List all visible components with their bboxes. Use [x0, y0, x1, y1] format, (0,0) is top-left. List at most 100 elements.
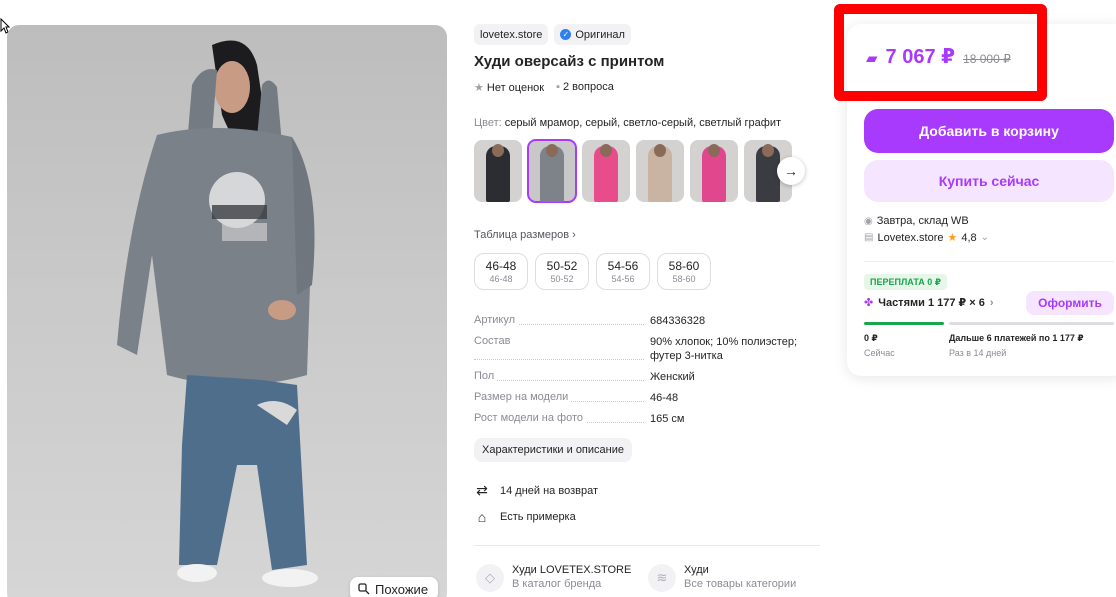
category-title: Худи — [684, 564, 709, 576]
divider — [864, 261, 1114, 262]
spec-key: Артикул — [474, 314, 650, 328]
spec-key: Пол — [474, 370, 650, 384]
installment-icon: ✤ — [864, 297, 874, 309]
hanger-icon: ⌂ — [477, 509, 487, 525]
size-label: 54-56 — [607, 259, 639, 273]
spec-row: Артикул 684336328 — [474, 314, 814, 328]
fitting-info: ⌂ Есть примерка — [474, 509, 576, 525]
questions-info[interactable]: ▪ 2 вопроса — [556, 81, 614, 94]
next-thumbnails-arrow-icon[interactable]: → — [777, 157, 805, 185]
category-link[interactable]: ≋ Худи Все товары категории — [648, 564, 796, 592]
plan-later-amount: Дальше 6 платежей по 1 177 ₽ — [949, 333, 1084, 343]
size-ru: 58-60 — [672, 274, 696, 284]
verified-check-icon: ✓ — [560, 29, 572, 40]
brand-name: lovetex.store — [480, 28, 543, 41]
brand-catalog-subtitle: В каталог бренда — [512, 578, 602, 590]
color-value: серый мрамор, серый, светло-серый, светл… — [504, 117, 781, 129]
color-thumbnail[interactable] — [582, 140, 630, 202]
plan-now-amount: 0 ₽ — [864, 333, 878, 343]
apply-installment-button[interactable]: Оформить — [1026, 291, 1114, 315]
fitting-text: Есть примерка — [500, 511, 576, 523]
wallet-icon: ▰ — [866, 50, 878, 67]
plan-later-label: Раз в 14 дней — [949, 348, 1007, 358]
color-thumbnail[interactable] — [474, 140, 522, 202]
color-thumbnail[interactable] — [527, 139, 577, 203]
spec-key: Состав — [474, 335, 650, 363]
buy-now-button[interactable]: Купить сейчас — [864, 160, 1114, 202]
spec-value: 684336328 — [650, 315, 706, 327]
thumbnail-head — [762, 144, 774, 157]
size-option[interactable]: 50-52 50-52 — [535, 253, 589, 290]
divider — [474, 545, 820, 546]
installment-progress-remaining — [949, 322, 1114, 325]
installments-info[interactable]: ✤ Частями 1 177 ₽ × 6 › — [864, 296, 994, 310]
return-text: 14 дней на возврат — [500, 484, 598, 497]
delivery-info: ◉ Завтра, склад WB — [864, 215, 969, 227]
spec-value: Женский — [650, 371, 695, 383]
spec-row: Размер на модели 46-48 — [474, 391, 814, 405]
spec-value: 90% хлопок; 10% полиэстер; футер 3-нитка — [650, 336, 798, 362]
color-thumbnails — [474, 139, 792, 203]
original-badge[interactable]: ✓ Оригинал — [554, 24, 631, 45]
spec-value: 46-48 — [650, 392, 679, 404]
thumbnail-head — [654, 144, 666, 157]
similar-icon — [358, 583, 370, 595]
thumbnail-head — [492, 144, 504, 157]
questions-text: 2 вопроса — [563, 81, 614, 93]
delivery-text: Завтра, склад WB — [876, 215, 969, 227]
model-illustration — [117, 40, 318, 587]
spec-row: Состав 90% хлопок; 10% полиэстер; футер 3… — [474, 335, 814, 363]
overpay-badge: ПЕРЕПЛАТА 0 ₽ — [864, 274, 948, 290]
spec-key: Рост модели на фото — [474, 412, 650, 426]
brand-catalog-link[interactable]: ◇ Худи LOVETEX.STORE В каталог бренда — [476, 564, 631, 592]
thumbnail-head — [600, 144, 612, 157]
color-thumbnail[interactable] — [636, 140, 684, 202]
original-label: Оригинал — [575, 28, 625, 41]
plan-now-label: Сейчас — [864, 348, 895, 358]
brand-badge[interactable]: lovetex.store — [474, 24, 549, 45]
similar-products-button[interactable]: Похожие — [350, 577, 439, 597]
seller-name: Lovetex.store — [877, 231, 944, 244]
return-icon: ⇄ — [476, 482, 488, 498]
size-table-link[interactable]: Таблица размеров › — [474, 229, 576, 241]
product-main-photo[interactable] — [7, 25, 447, 597]
star-icon: ★ — [947, 232, 958, 244]
size-ru: 46-48 — [489, 274, 513, 284]
characteristics-button[interactable]: Характеристики и описание — [474, 438, 632, 462]
current-price: 7 067 ₽ — [885, 46, 956, 68]
chevron-down-icon: ⌄ — [980, 232, 990, 243]
warehouse-icon: ◉ — [864, 215, 873, 227]
size-option[interactable]: 58-60 58-60 — [657, 253, 711, 290]
size-ru: 50-52 — [550, 274, 574, 284]
size-label: 50-52 — [546, 259, 578, 273]
chevron-right-icon: › — [989, 296, 994, 309]
star-icon: ★ — [474, 82, 484, 94]
price-block: ▰ 7 067 ₽ 18 000 ₽ — [866, 44, 1011, 69]
add-to-cart-button[interactable]: Добавить в корзину — [864, 109, 1114, 153]
spec-row: Пол Женский — [474, 370, 814, 384]
size-ru: 54-56 — [611, 274, 635, 284]
seller-rating: 4,8 — [961, 231, 977, 244]
color-thumbnail[interactable] — [690, 140, 738, 202]
spec-value: 165 см — [650, 413, 685, 425]
size-option[interactable]: 54-56 54-56 — [596, 253, 650, 290]
installment-progress-paid — [864, 322, 944, 325]
seller-info[interactable]: ▤ Lovetex.store ★ 4,8 ⌄ — [864, 231, 990, 245]
rating-info[interactable]: ★ Нет оценок — [474, 81, 544, 94]
size-options: 46-48 46-48 50-52 50-52 54-56 54-56 58-60 58-60 — [474, 253, 711, 290]
size-label: 58-60 — [668, 259, 700, 273]
chevron-right-icon: › — [572, 229, 576, 241]
thumbnail-head — [708, 144, 720, 157]
category-subtitle: Все товары категории — [684, 578, 797, 590]
brand-catalog-title: Худи LOVETEX.STORE — [512, 564, 632, 576]
layers-icon: ≋ — [648, 564, 676, 592]
size-option[interactable]: 46-48 46-48 — [474, 253, 528, 290]
similar-label: Похожие — [375, 581, 429, 597]
thumbnail-head — [546, 144, 558, 157]
shop-icon: ▤ — [864, 232, 874, 243]
color-info: Цвет: серый мрамор, серый, светло-серый,… — [474, 117, 781, 129]
spec-key: Размер на модели — [474, 391, 650, 405]
rating-text: Нет оценок — [486, 82, 545, 94]
color-label: Цвет: — [474, 117, 502, 129]
old-price: 18 000 ₽ — [963, 52, 1011, 66]
